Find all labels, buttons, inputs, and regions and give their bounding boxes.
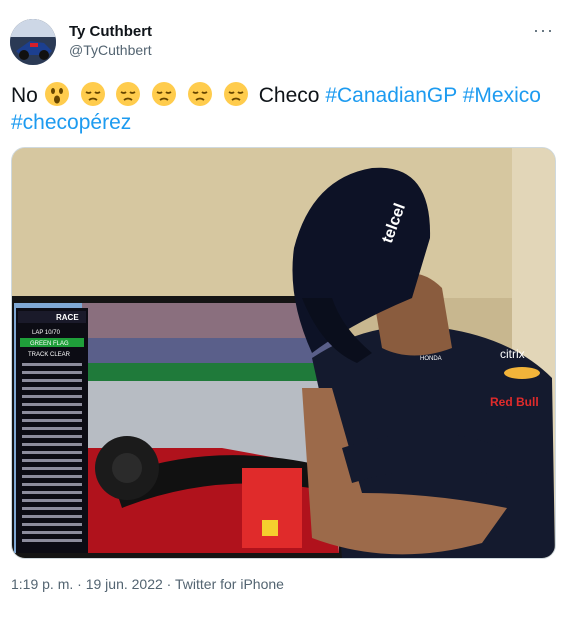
overlay-lap: LAP 10/70	[32, 330, 61, 336]
author-name[interactable]: Ty Cuthbert	[69, 23, 152, 40]
author-handle[interactable]: @TyCuthbert	[69, 42, 152, 58]
tweet-time[interactable]: 1:19 p. m.	[11, 576, 73, 592]
hashtag-checoperez[interactable]: #checopérez	[11, 111, 131, 134]
disappointed-face-icon	[223, 82, 248, 106]
meta-separator: ·	[162, 576, 175, 592]
hashtag-canadiangp[interactable]: #CanadianGP	[325, 84, 457, 107]
meta-separator: ·	[73, 576, 86, 592]
disappointed-face-icon	[116, 82, 141, 106]
tweet-text: No Checo #CanadianGP #Mexico #checopérez	[11, 81, 551, 136]
tweet-word-checo: Checo	[258, 84, 320, 107]
tweet-word-no: No	[11, 84, 38, 107]
author-avatar[interactable]	[10, 19, 56, 65]
hashtag-mexico[interactable]: #Mexico	[463, 84, 541, 107]
overlay-flag: GREEN FLAG	[30, 341, 69, 347]
tweet-meta: 1:19 p. m. · 19 jun. 2022 · Twitter for …	[11, 576, 284, 592]
shirt-logo-redbull: Red Bull	[490, 395, 539, 409]
tweet-photo[interactable]: RACE LAP 10/70 GREEN FLAG TRACK CLEAR te…	[11, 147, 556, 559]
overlay-status: TRACK CLEAR	[28, 352, 71, 358]
tweet-source[interactable]: Twitter for iPhone	[175, 576, 284, 592]
shirt-logo-citrix: citrix	[500, 347, 525, 361]
more-options-icon[interactable]: ···	[533, 20, 554, 41]
shirt-logo-honda: HONDA	[420, 356, 442, 362]
overlay-header: RACE	[56, 313, 79, 322]
astonished-face-icon	[44, 82, 69, 106]
disappointed-face-icon	[152, 82, 177, 106]
tweet-date[interactable]: 19 jun. 2022	[86, 576, 163, 592]
disappointed-face-icon	[80, 82, 105, 106]
disappointed-face-icon	[188, 82, 213, 106]
